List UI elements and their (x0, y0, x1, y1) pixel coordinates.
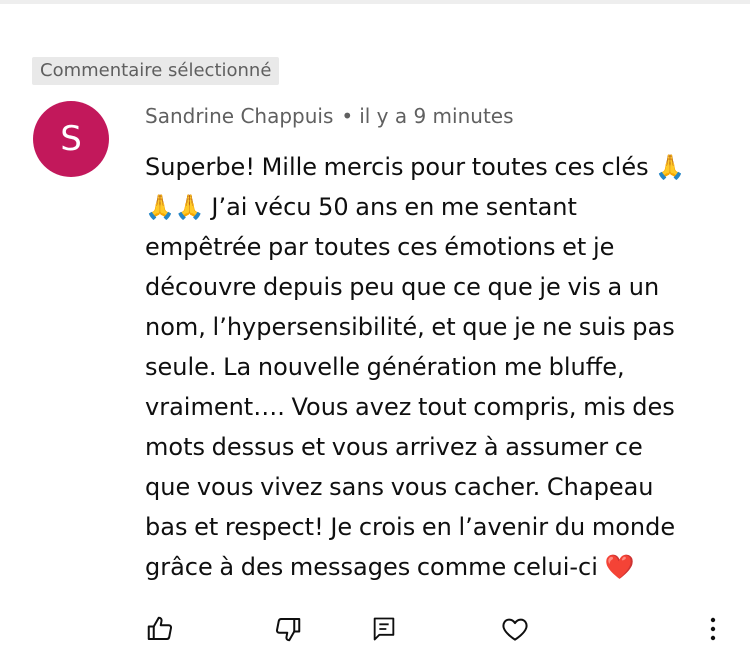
thumbs-down-icon (275, 618, 301, 642)
like-button[interactable] (143, 612, 177, 646)
reply-button[interactable] (367, 612, 401, 646)
avatar[interactable]: S (33, 101, 109, 177)
avatar-letter: S (60, 119, 82, 159)
meta-separator: • (341, 104, 354, 128)
comment-timestamp[interactable]: il y a 9 minutes (359, 104, 513, 128)
selected-comment-badge: Commentaire sélectionné (32, 57, 280, 85)
dislike-button[interactable] (271, 612, 305, 646)
comment-view: Commentaire sélectionné S Sandrine Chapp… (0, 0, 750, 654)
heart-icon (502, 618, 528, 641)
heart-button[interactable] (498, 612, 532, 646)
comment-reply-icon (373, 617, 395, 641)
comment-meta: Sandrine Chappuis • il y a 9 minutes (145, 104, 514, 128)
comment-text: Superbe! Mille mercis pour toutes ces cl… (145, 153, 686, 581)
author-name[interactable]: Sandrine Chappuis (145, 104, 333, 128)
more-options-button[interactable] (696, 612, 730, 646)
top-divider (0, 0, 750, 4)
more-vertical-icon (710, 617, 716, 641)
thumbs-up-icon (147, 616, 173, 640)
comment-actions (0, 612, 750, 648)
